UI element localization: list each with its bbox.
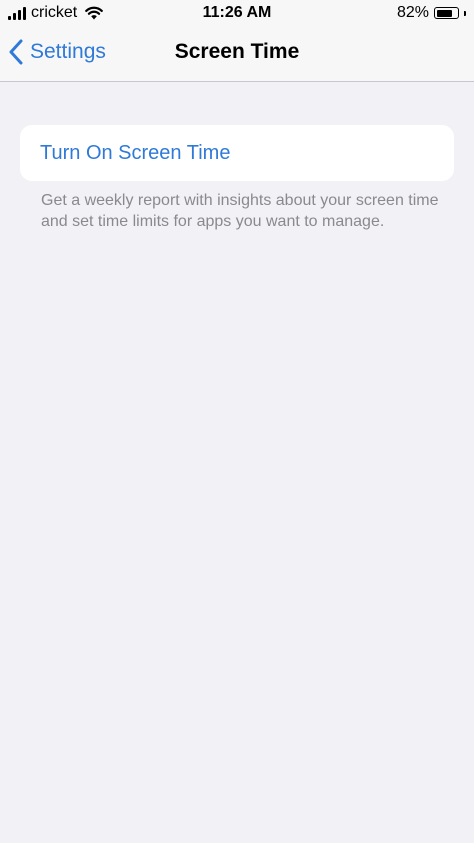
turn-on-screen-time-label: Turn On Screen Time [40,142,231,164]
screen-time-description: Get a weekly report with insights about … [41,192,439,230]
battery-level-fill [436,9,453,17]
battery-icon [434,7,459,19]
battery-percent: 82% [396,4,429,21]
turn-on-screen-time-button[interactable]: Turn On Screen Time [20,125,454,181]
page-title: Screen Time [174,40,300,63]
battery-cap [464,10,466,16]
status-bar: cricket 11:26 AM 82% [0,0,474,28]
navigation-bar: Settings Screen Time [0,28,474,82]
battery-group: 82% [397,4,466,22]
